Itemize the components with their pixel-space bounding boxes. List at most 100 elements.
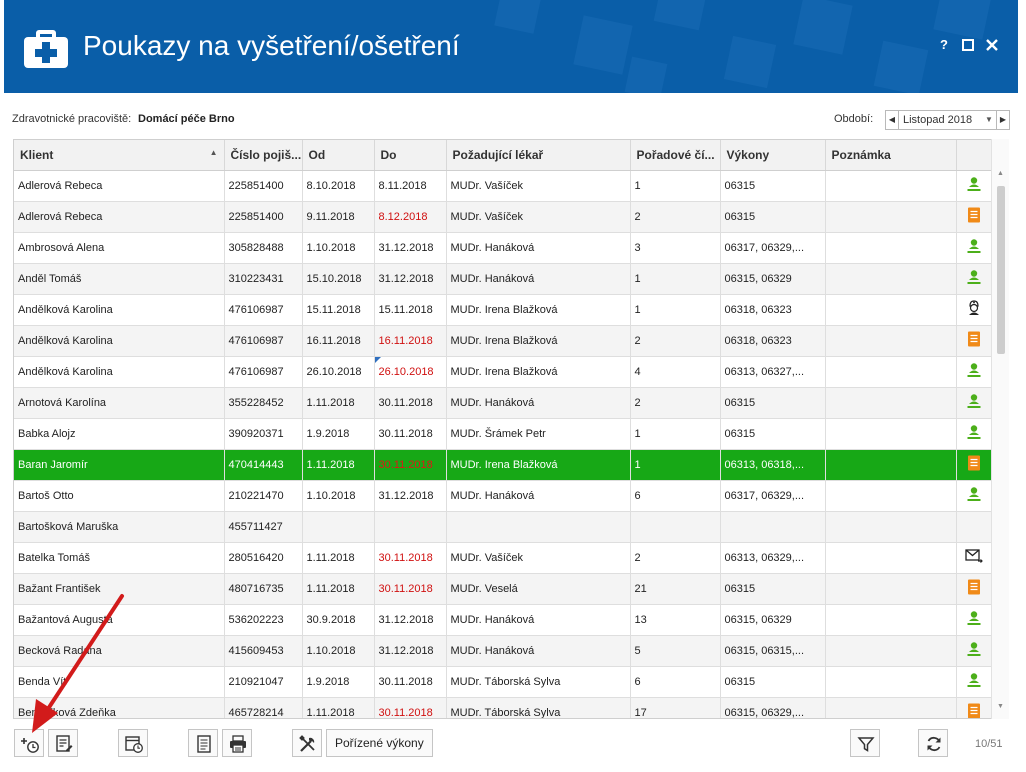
- cell-status[interactable]: [956, 573, 993, 605]
- table-row[interactable]: Andělková Karolina 476106987 16.11.2018 16.…: [14, 325, 993, 357]
- document-icon: [197, 735, 211, 753]
- cell-status[interactable]: [956, 666, 993, 698]
- cell-to: 31.12.2018: [374, 604, 447, 636]
- cell-to: 30.11.2018: [374, 542, 447, 574]
- scrollbar-thumb[interactable]: [997, 186, 1005, 354]
- cell-note: [825, 449, 957, 481]
- table-row[interactable]: Becková Radana 415609453 1.10.2018 31.12.20…: [14, 635, 993, 667]
- cell-status[interactable]: [956, 325, 993, 357]
- cell-status[interactable]: [956, 542, 993, 574]
- table-row[interactable]: Ambrosová Alena 305828488 1.10.2018 31.12.2…: [14, 232, 993, 264]
- cell-status[interactable]: [956, 232, 993, 264]
- column-header-insurance[interactable]: Číslo pojiš...: [224, 140, 303, 171]
- table-row[interactable]: Bažantová Augusta 536202223 30.9.2018 31.12…: [14, 604, 993, 636]
- cell-note: [825, 666, 957, 698]
- cell-insurance: 415609453: [224, 635, 303, 667]
- cell-to: 8.11.2018: [374, 170, 447, 202]
- table-row[interactable]: Batelka Tomáš 280516420 1.11.2018 30.11.201…: [14, 542, 993, 574]
- nurse-icon: [966, 300, 982, 319]
- help-button[interactable]: ?: [935, 36, 953, 54]
- person-icon: [966, 673, 982, 691]
- table-row[interactable]: Andělková Karolina 476106987 15.11.2018 15.…: [14, 294, 993, 326]
- cell-insurance: 476106987: [224, 325, 303, 357]
- scroll-down-icon[interactable]: ▼: [992, 703, 1009, 717]
- maximize-button[interactable]: [959, 36, 977, 54]
- column-header-to[interactable]: Do: [374, 140, 447, 171]
- cell-order: 2: [630, 542, 721, 574]
- table-row[interactable]: Andělková Karolina 476106987 26.10.2018 26.…: [14, 356, 993, 388]
- cell-status[interactable]: [956, 697, 993, 718]
- table-row[interactable]: Adlerová Rebeca 225851400 9.11.2018 8.12.20…: [14, 201, 993, 233]
- scroll-up-icon[interactable]: ▲: [992, 170, 1009, 184]
- cell-client: Becková Radana: [14, 635, 225, 667]
- document-icon: [967, 455, 981, 474]
- table-row[interactable]: Adlerová Rebeca 225851400 8.10.2018 8.11.20…: [14, 170, 993, 202]
- next-period-button[interactable]: ▶: [996, 111, 1009, 129]
- cell-from: 1.10.2018: [302, 480, 375, 512]
- column-header-services[interactable]: Výkony: [720, 140, 826, 171]
- cell-status[interactable]: [956, 294, 993, 326]
- period-value: Listopad 2018: [903, 114, 973, 126]
- performed-services-button[interactable]: Pořízené výkony: [326, 729, 433, 757]
- cell-status[interactable]: [956, 387, 993, 419]
- cell-insurance: 470414443: [224, 449, 303, 481]
- cell-status[interactable]: [956, 263, 993, 295]
- cell-note: [825, 232, 957, 264]
- cell-services: 06315: [720, 418, 826, 450]
- refresh-button[interactable]: [918, 729, 948, 757]
- person-icon: [966, 425, 982, 443]
- cell-status[interactable]: [956, 635, 993, 667]
- cell-status[interactable]: [956, 480, 993, 512]
- table-row[interactable]: Bartoš Otto 210221470 1.10.2018 31.12.2018 M…: [14, 480, 993, 512]
- cell-client: Baran Jaromír: [14, 449, 225, 481]
- edit-voucher-button[interactable]: [48, 729, 78, 757]
- table-row[interactable]: Anděl Tomáš 310223431 15.10.2018 31.12.2018…: [14, 263, 993, 295]
- cell-insurance: 280516420: [224, 542, 303, 574]
- cell-status[interactable]: [956, 356, 993, 388]
- column-header-from[interactable]: Od: [302, 140, 375, 171]
- cell-status[interactable]: [956, 511, 993, 543]
- cell-status[interactable]: [956, 418, 993, 450]
- table-row[interactable]: Bartošková Maruška 455711427: [14, 511, 993, 543]
- column-header-note[interactable]: Poznámka: [825, 140, 957, 171]
- person-icon: [966, 642, 982, 660]
- cell-note: [825, 201, 957, 233]
- print-button[interactable]: [222, 729, 252, 757]
- column-header-doctor[interactable]: Požadující lékař: [446, 140, 631, 171]
- tools-button[interactable]: [292, 729, 322, 757]
- cell-insurance: 476106987: [224, 356, 303, 388]
- table-row[interactable]: Arnotová Karolína 355228452 1.11.2018 30.11…: [14, 387, 993, 419]
- cell-from: 16.11.2018: [302, 325, 375, 357]
- table-row[interactable]: Babka Alojz 390920371 1.9.2018 30.11.2018 MU…: [14, 418, 993, 450]
- cell-client: Bažantová Augusta: [14, 604, 225, 636]
- cell-status[interactable]: [956, 449, 993, 481]
- cell-status[interactable]: [956, 170, 993, 202]
- table-row[interactable]: Baran Jaromír 470414443 1.11.2018 30.11.201…: [14, 449, 993, 481]
- cell-note: [825, 170, 957, 202]
- cell-status[interactable]: [956, 604, 993, 636]
- close-button[interactable]: [983, 36, 1001, 54]
- workplace-value: Domácí péče Brno: [138, 113, 235, 125]
- previous-period-button[interactable]: ◀: [886, 111, 899, 129]
- column-header-status[interactable]: [956, 140, 993, 171]
- cell-insurance: 210221470: [224, 480, 303, 512]
- column-header-order[interactable]: Pořadové čí...: [630, 140, 721, 171]
- cell-client: Anděl Tomáš: [14, 263, 225, 295]
- vertical-scrollbar[interactable]: ▲ ▼: [991, 139, 1009, 719]
- add-voucher-button[interactable]: [14, 729, 44, 757]
- document-button[interactable]: [188, 729, 218, 757]
- cell-status[interactable]: [956, 201, 993, 233]
- cell-services: 06315, 06315,...: [720, 635, 826, 667]
- window-title: Poukazy na vyšetření/ošetření: [83, 30, 460, 61]
- filter-button[interactable]: [850, 729, 880, 757]
- table-row[interactable]: Benda Vít 210921047 1.9.2018 30.11.2018 MUDr…: [14, 666, 993, 698]
- cell-to: 31.12.2018: [374, 480, 447, 512]
- history-button[interactable]: [118, 729, 148, 757]
- column-header-client[interactable]: Klient ▲: [14, 140, 225, 171]
- period-selector[interactable]: ◀ Listopad 2018 ▼ ▶: [885, 110, 1010, 130]
- period-dropdown-button[interactable]: ▼: [982, 111, 996, 129]
- cell-services: 06315: [720, 666, 826, 698]
- table-row[interactable]: Bažant František 480716735 1.11.2018 30.11.…: [14, 573, 993, 605]
- cell-doctor: MUDr. Hanáková: [446, 635, 631, 667]
- table-row[interactable]: Benedíková Zdeňka 465728214 1.11.2018 30.11…: [14, 697, 993, 718]
